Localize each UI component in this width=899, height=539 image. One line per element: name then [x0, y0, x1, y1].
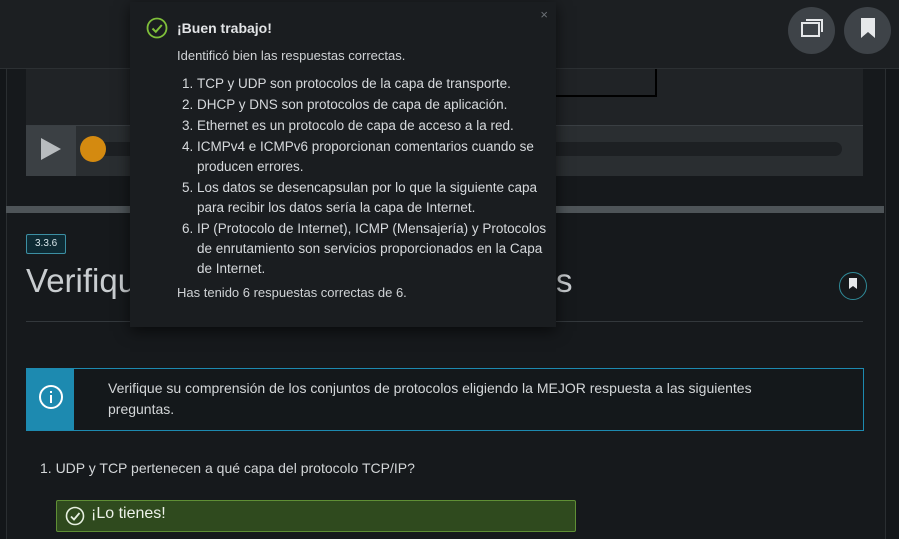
bookmark-icon — [848, 277, 858, 295]
check-circle-icon — [146, 17, 168, 44]
popup-answer-list: TCP y UDP son protocolos de la capa de t… — [177, 74, 557, 280]
list-item: Ethernet es un protocolo de capa de acce… — [197, 116, 557, 136]
bookmark-button[interactable] — [844, 7, 891, 54]
popup-intro: Identificó bien las respuestas correctas… — [177, 48, 406, 63]
popup-title: ¡Buen trabajo! — [177, 20, 272, 36]
play-icon — [40, 137, 62, 166]
list-item: Los datos se desencapsulan por lo que la… — [197, 178, 557, 218]
list-item: DHCP y DNS son protocolos de capa de apl… — [197, 95, 557, 115]
question-text: 1. UDP y TCP pertenecen a qué capa del p… — [40, 460, 415, 476]
answer-feedback-text: ¡Lo tienes! — [91, 505, 166, 522]
info-text: Verifique su comprensión de los conjunto… — [108, 380, 752, 417]
feedback-popup: × ¡Buen trabajo! Identificó bien las res… — [130, 2, 556, 327]
info-icon-cell — [27, 369, 74, 430]
windows-icon — [800, 18, 824, 43]
progress-handle[interactable] — [80, 136, 106, 162]
list-item: TCP y UDP son protocolos de la capa de t… — [197, 74, 557, 94]
list-item: IP (Protocolo de Internet), ICMP (Mensaj… — [197, 219, 557, 279]
section-title: Verifiqu — [26, 262, 137, 299]
close-icon[interactable]: × — [540, 7, 548, 22]
play-button[interactable] — [26, 126, 76, 176]
info-box: Verifique su comprensión de los conjunto… — [26, 368, 864, 431]
info-icon — [38, 384, 64, 415]
popup-score: Has tenido 6 respuestas correctas de 6. — [177, 285, 407, 300]
section-number-badge: 3.3.6 — [26, 234, 67, 254]
section-bookmark-button[interactable] — [839, 272, 867, 300]
diagram-line — [655, 69, 657, 97]
bookmark-icon — [860, 17, 876, 44]
section-title-tail: s — [556, 262, 573, 299]
answer-feedback: ¡Lo tienes! — [56, 500, 576, 532]
check-circle-icon — [65, 506, 85, 531]
windows-button[interactable] — [788, 7, 835, 54]
list-item: ICMPv4 e ICMPv6 proporcionan comentarios… — [197, 137, 557, 177]
